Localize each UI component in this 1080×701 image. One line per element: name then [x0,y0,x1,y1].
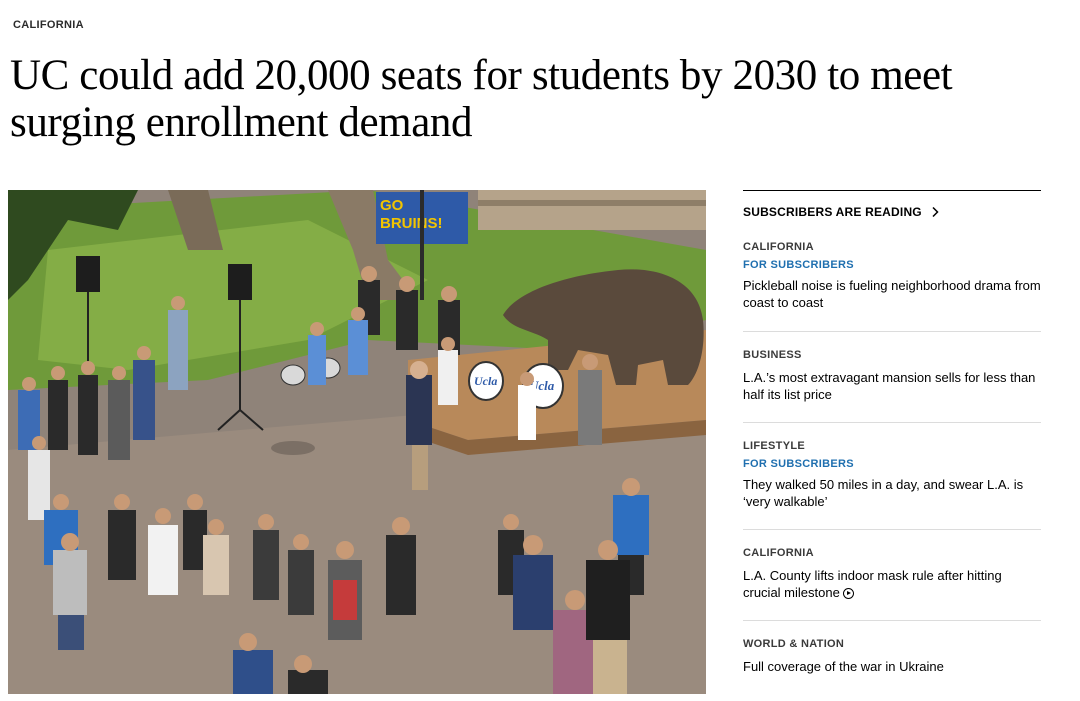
story-item[interactable]: CALIFORNIA FOR SUBSCRIBERS Pickleball no… [743,241,1041,332]
story-item[interactable]: WORLD & NATION Full coverage of the war … [743,621,1041,675]
story-item[interactable]: BUSINESS L.A.’s most extravagant mansion… [743,332,1041,423]
story-title[interactable]: L.A.’s most extravagant mansion sells fo… [743,369,1041,403]
story-title[interactable]: Full coverage of the war in Ukraine [743,658,1041,675]
story-kicker[interactable]: CALIFORNIA [743,241,1041,253]
story-title[interactable]: They walked 50 miles in a day, and swear… [743,476,1041,510]
story-title-wrap[interactable]: L.A. County lifts indoor mask rule after… [743,567,1041,601]
article-photo: GO BRUINS! Ucla Ucla [8,190,706,694]
story-kicker[interactable]: CALIFORNIA [743,547,1041,559]
article-headline: UC could add 20,000 seats for students b… [10,52,953,146]
subscriber-tag: FOR SUBSCRIBERS [743,458,854,470]
sidebar-header-label: SUBSCRIBERS ARE READING [743,205,922,219]
svg-text:GO: GO [380,197,404,214]
svg-text:BRUINS!: BRUINS! [380,215,443,232]
play-circle-icon [842,588,854,599]
sidebar: SUBSCRIBERS ARE READING CALIFORNIA FOR S… [743,190,1041,675]
story-kicker[interactable]: BUSINESS [743,349,1041,361]
subscribers-reading-link[interactable]: SUBSCRIBERS ARE READING [743,205,1041,219]
story-title[interactable]: Pickleball noise is fueling neighborhood… [743,277,1041,311]
section-label[interactable]: CALIFORNIA [13,19,84,31]
story-kicker[interactable]: WORLD & NATION [743,638,1041,650]
sidebar-top-rule [743,190,1041,191]
chevron-right-icon [932,206,939,218]
story-kicker[interactable]: LIFESTYLE [743,440,1041,452]
subscriber-tag: FOR SUBSCRIBERS [743,259,854,271]
story-title: L.A. County lifts indoor mask rule after… [743,568,1002,600]
story-item[interactable]: CALIFORNIA L.A. County lifts indoor mask… [743,530,1041,621]
story-item[interactable]: LIFESTYLE FOR SUBSCRIBERS They walked 50… [743,423,1041,530]
svg-text:Ucla: Ucla [474,374,497,388]
